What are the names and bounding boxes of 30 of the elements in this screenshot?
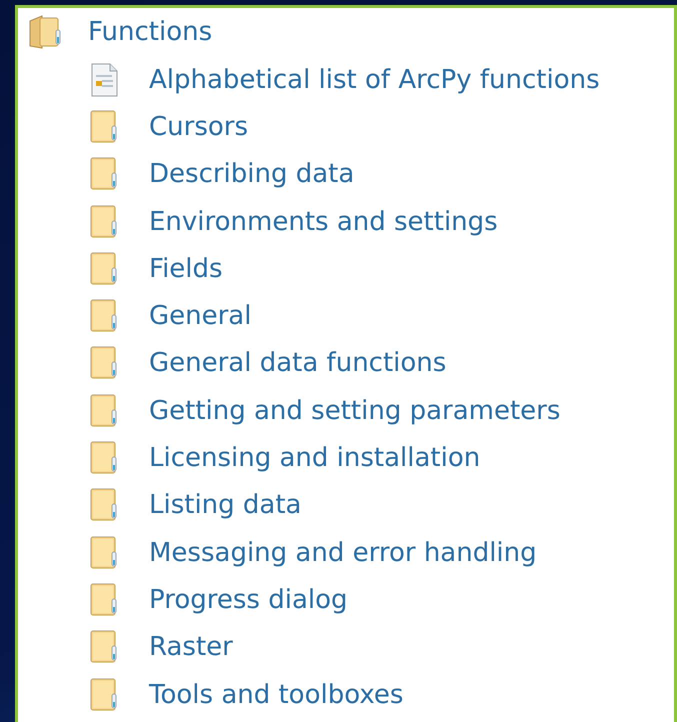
document-icon <box>90 62 118 97</box>
tree-item[interactable]: Fields <box>149 254 223 284</box>
tree-item[interactable]: Environments and settings <box>149 206 498 237</box>
tree-item[interactable]: Alphabetical list of ArcPy functions <box>149 64 600 95</box>
tree-item[interactable]: Licensing and installation <box>149 443 480 474</box>
tree-item[interactable]: Getting and setting parameters <box>149 396 560 426</box>
tree-item[interactable]: Functions <box>88 17 212 47</box>
folder-icon <box>90 582 118 617</box>
folder-icon <box>90 110 118 144</box>
folder-icon <box>90 346 118 380</box>
folder-icon <box>90 252 118 286</box>
folder-icon <box>90 630 118 664</box>
tree-item[interactable]: General <box>149 301 252 332</box>
folder-icon <box>90 157 118 192</box>
folder-icon <box>90 441 118 476</box>
folder-icon <box>90 488 118 522</box>
tree-item[interactable]: Tools and toolboxes <box>149 680 404 710</box>
tree-item[interactable]: Progress dialog <box>149 584 348 615</box>
folder-icon <box>90 678 118 712</box>
folder-icon <box>90 394 118 428</box>
tree-item[interactable]: Cursors <box>149 112 248 142</box>
folder-icon <box>90 536 118 570</box>
tree-item[interactable]: Raster <box>149 632 233 662</box>
tree-item[interactable]: Messaging and error handling <box>149 538 537 568</box>
folder-icon <box>90 204 118 239</box>
tree-item[interactable]: Listing data <box>149 490 302 520</box>
folder-icon <box>90 299 118 334</box>
tree-item[interactable]: General data functions <box>149 348 446 378</box>
tree-item[interactable]: Describing data <box>149 159 354 190</box>
folder-icon <box>28 15 62 49</box>
